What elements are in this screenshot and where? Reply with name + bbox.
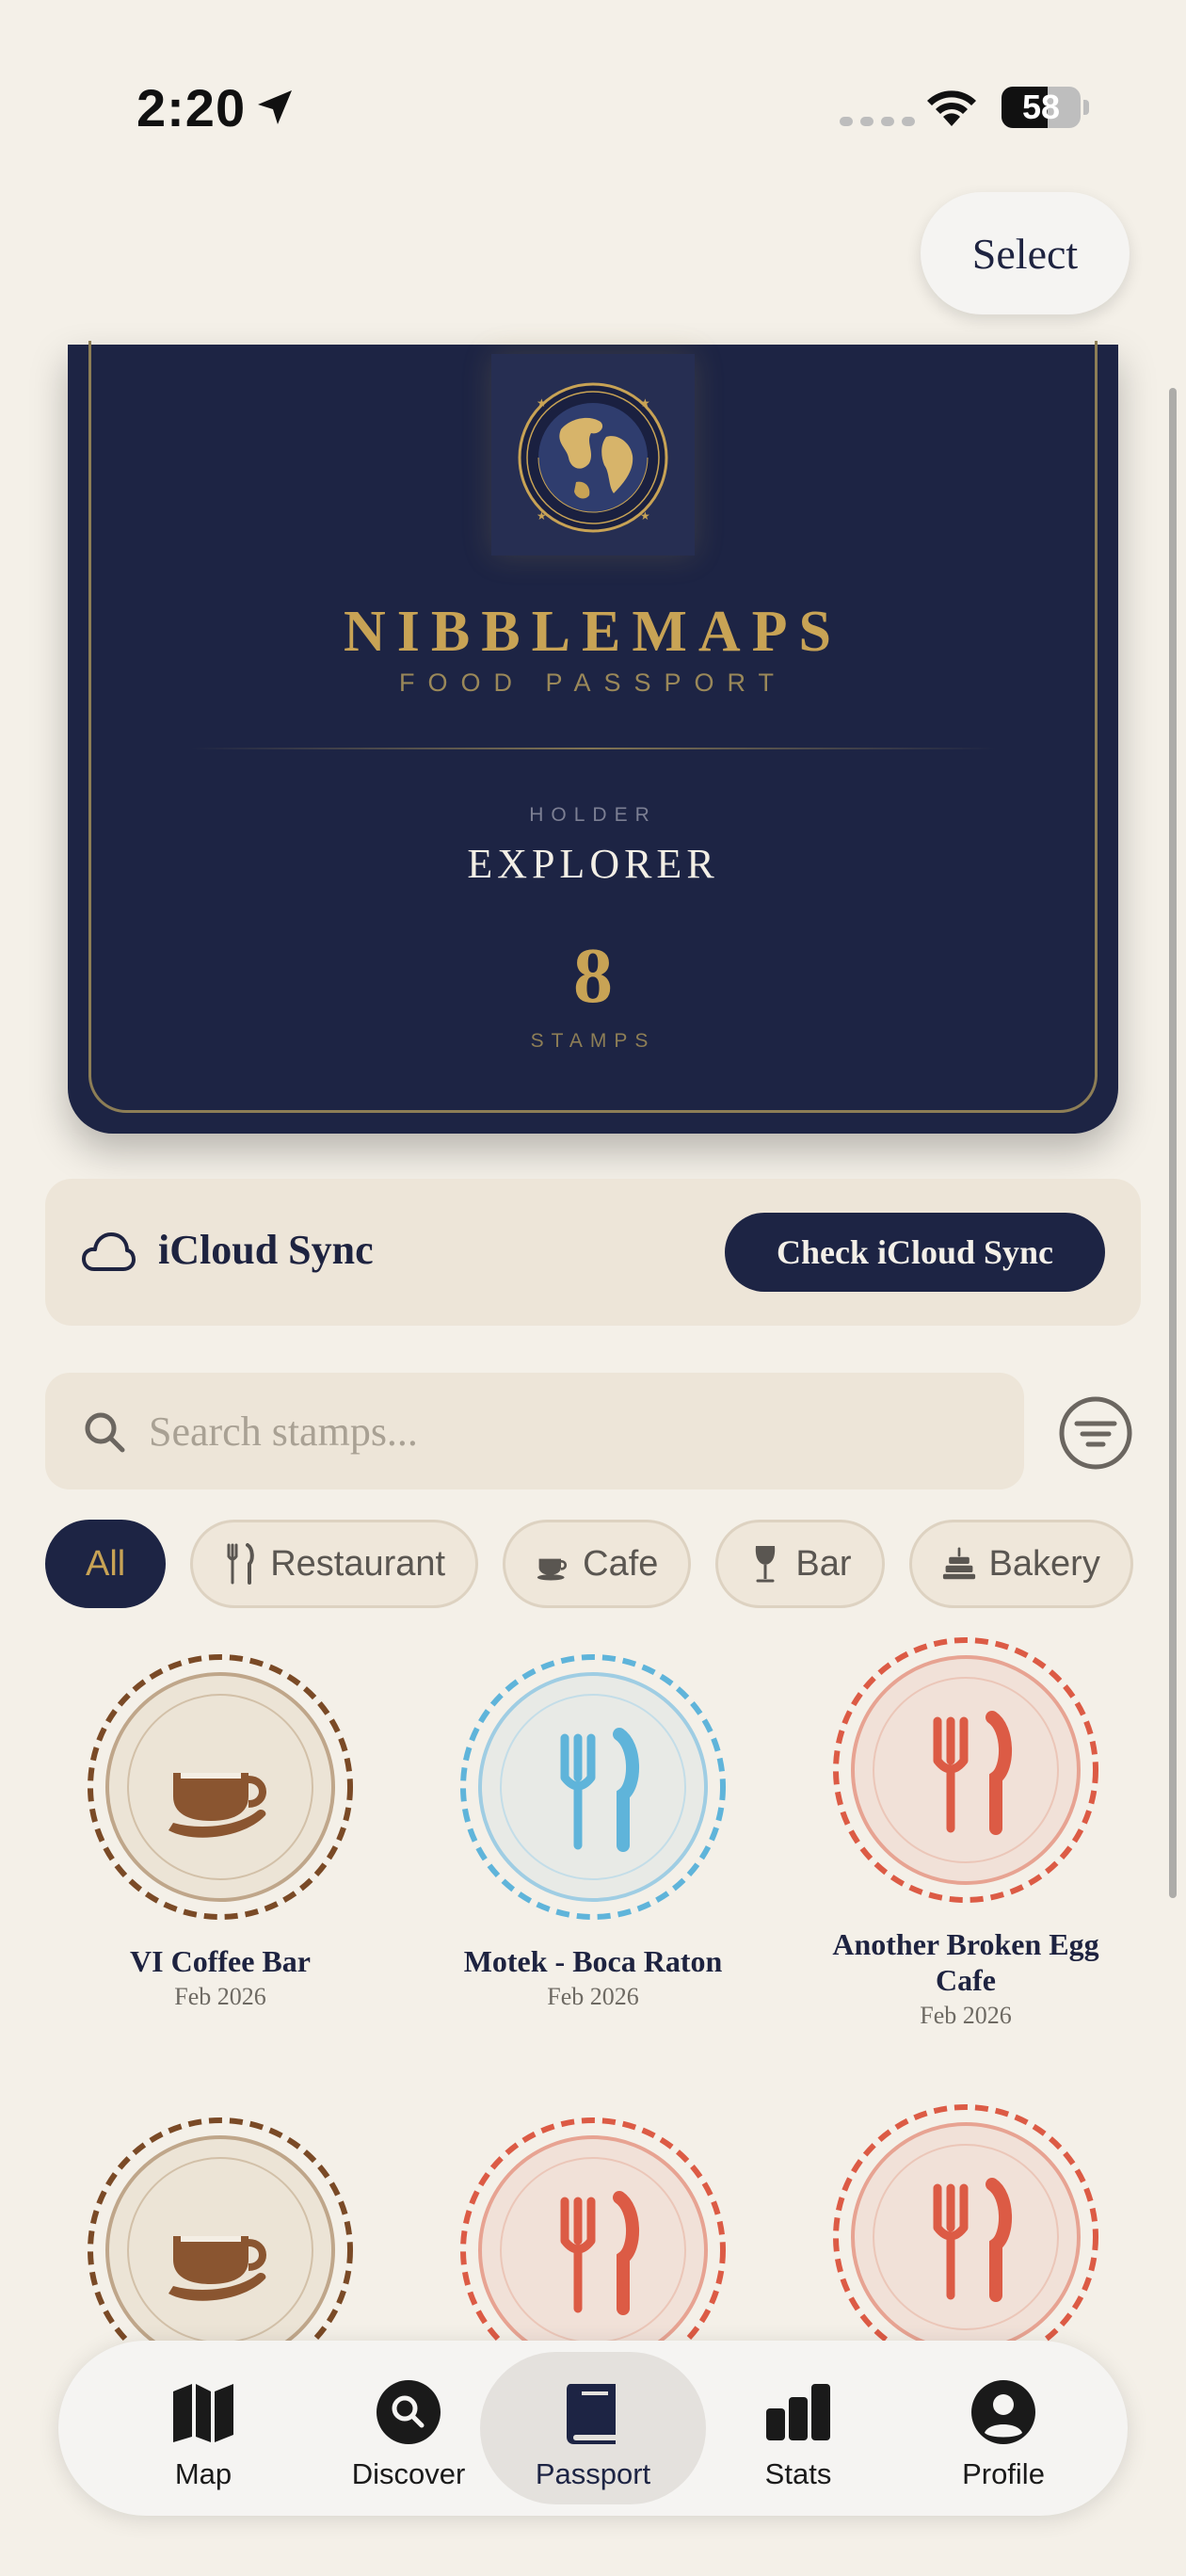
- stamp-count-label: STAMPS: [530, 1030, 656, 1052]
- cafe-stamp-icon: [88, 1654, 353, 1920]
- location-arrow-icon: [258, 90, 292, 124]
- stamp-date: Feb 2026: [174, 1983, 266, 2010]
- person-circle-icon: [971, 2380, 1035, 2444]
- tab-profile[interactable]: Profile: [890, 2352, 1116, 2504]
- globe-logo-icon: ★ ★ ★ ★: [518, 382, 668, 533]
- scrollbar[interactable]: [1169, 388, 1177, 1898]
- chip-label: Restaurant: [270, 1543, 446, 1584]
- battery-percent: 58: [1021, 88, 1061, 126]
- passport-title: NIBBLEMAPS: [344, 600, 842, 664]
- wifi-icon: [927, 90, 976, 126]
- chip-label: Cafe: [583, 1543, 659, 1584]
- bar-chart-icon: [766, 2384, 830, 2440]
- map-icon: [173, 2384, 233, 2442]
- stamp-name: Another Broken Egg Cafe: [832, 1927, 1099, 1997]
- svg-text:★: ★: [537, 396, 547, 410]
- stamp-item[interactable]: Another Broken Egg Cafe Feb 2026: [825, 1629, 1107, 2030]
- tab-label: Passport: [535, 2457, 651, 2490]
- holder-name: EXPLORER: [467, 841, 719, 887]
- tab-label: Stats: [764, 2457, 832, 2490]
- chip-label: Bakery: [988, 1543, 1100, 1584]
- restaurant-stamp-icon: [460, 1654, 726, 1920]
- passport-subtitle: FOOD PASSPORT: [398, 668, 788, 697]
- status-bar: 2:20 58: [0, 0, 1186, 217]
- filter-chip-bakery[interactable]: Bakery: [908, 1520, 1133, 1608]
- tab-label: Map: [174, 2457, 232, 2490]
- tab-label: Profile: [962, 2457, 1045, 2490]
- cellular-signal-icon: [840, 117, 915, 126]
- search-icon: [85, 1412, 125, 1453]
- filter-chip-restaurant[interactable]: Restaurant: [190, 1520, 479, 1608]
- filter-icon[interactable]: [1058, 1395, 1133, 1471]
- wine-glass-icon: [756, 1546, 776, 1583]
- book-icon: [567, 2384, 616, 2444]
- filter-chip-cafe[interactable]: Cafe: [503, 1520, 692, 1608]
- category-filter-chips: All Restaurant Cafe Bar Bakery: [45, 1520, 1133, 1608]
- coffee-cup-icon: [537, 1558, 568, 1581]
- stamp-count: 8: [573, 932, 613, 1020]
- chip-label: Bar: [795, 1543, 852, 1584]
- search-circle-icon: [377, 2380, 441, 2444]
- search-box: [45, 1373, 1024, 1489]
- stamp-date: Feb 2026: [547, 1983, 639, 2010]
- svg-text:★: ★: [640, 509, 650, 523]
- search-input[interactable]: [149, 1401, 996, 1461]
- svg-text:★: ★: [640, 396, 650, 410]
- battery-icon: 58: [1002, 87, 1089, 128]
- cake-icon: [942, 1547, 975, 1580]
- stamp-date: Feb 2026: [920, 2002, 1012, 2029]
- stamp-name: VI Coffee Bar: [130, 1944, 311, 1978]
- tab-bar: Map Discover Passport Stats Profile: [58, 2341, 1128, 2516]
- cloud-icon: [82, 1232, 136, 1271]
- restaurant-stamp-icon: [833, 2104, 1098, 2370]
- stamp-item[interactable]: VI Coffee Bar Feb 2026: [79, 1646, 361, 2011]
- tab-passport[interactable]: Passport: [480, 2352, 706, 2504]
- stamp-item[interactable]: Motek - Boca Raton Feb 2026: [452, 1646, 734, 2011]
- tab-map[interactable]: Map: [90, 2352, 316, 2504]
- icloud-sync-row: iCloud Sync Check iCloud Sync: [45, 1179, 1141, 1326]
- svg-text:★: ★: [537, 509, 547, 523]
- holder-label: HOLDER: [529, 804, 657, 826]
- filter-chip-bar[interactable]: Bar: [715, 1520, 885, 1608]
- check-icloud-sync-button[interactable]: Check iCloud Sync: [725, 1213, 1105, 1292]
- chip-label: All: [86, 1543, 126, 1584]
- fork-knife-icon: [227, 1543, 254, 1585]
- select-button[interactable]: Select: [921, 192, 1130, 314]
- restaurant-stamp-icon: [833, 1637, 1098, 1903]
- stamp-name: Motek - Boca Raton: [463, 1944, 723, 1978]
- filter-chip-all[interactable]: All: [45, 1520, 167, 1608]
- status-time: 2:20: [136, 78, 247, 137]
- tab-stats[interactable]: Stats: [685, 2352, 911, 2504]
- card-divider: [190, 748, 996, 749]
- passport-card: ★ ★ ★ ★ NIBBLEMAPS FOOD PASSPORT HOLDER …: [68, 341, 1118, 1134]
- icloud-sync-label: iCloud Sync: [158, 1227, 374, 1273]
